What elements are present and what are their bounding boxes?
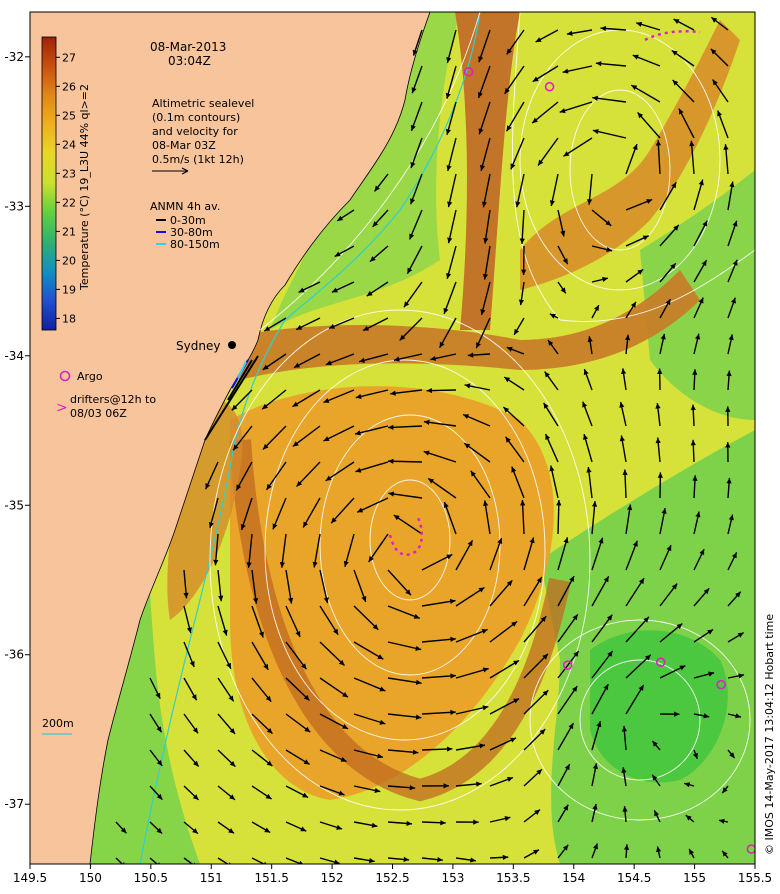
altimetry-line: 08-Mar 03Z xyxy=(152,139,216,152)
x-tick-label: 151.5 xyxy=(254,871,288,885)
colorbar-label: Temperature (°C) 19_L3U 44% ql>=2 xyxy=(78,84,91,291)
x-tick-label: 150.5 xyxy=(134,871,168,885)
colorbar-tick-label: 25 xyxy=(62,109,76,122)
altimetry-line: Altimetric sealevel xyxy=(152,97,254,110)
x-tick-label: 152.5 xyxy=(375,871,409,885)
x-tick-label: 153 xyxy=(441,871,464,885)
colorbar-tick-label: 23 xyxy=(62,167,76,180)
x-tick-label: 154 xyxy=(562,871,585,885)
drifter-label: drifters@12h to xyxy=(70,393,156,406)
y-tick-label: -35 xyxy=(4,498,24,512)
colorbar-tick-label: 21 xyxy=(62,225,76,238)
altimetry-line: and velocity for xyxy=(152,125,238,138)
y-tick-label: -33 xyxy=(4,199,24,213)
x-axis: 149.5 150 150.5 151 151.5 152 152.5 153 153.5 154… xyxy=(13,864,772,885)
colorbar-tick-label: 26 xyxy=(62,80,76,93)
colorbar-tick-label: 20 xyxy=(62,254,76,267)
credit-text: © IMOS 14-May-2017 13:04:12 Hobart time xyxy=(763,614,776,855)
colorbar-tick-label: 18 xyxy=(62,312,76,325)
x-tick-label: 150 xyxy=(79,871,102,885)
x-tick-label: 151 xyxy=(200,871,223,885)
map-time: 03:04Z xyxy=(168,54,211,68)
argo-label: Argo xyxy=(77,370,103,383)
colorbar-tick-label: 24 xyxy=(62,138,76,151)
altimetry-line: (0.1m contours) xyxy=(152,111,240,124)
isobath-label: 200m xyxy=(42,717,74,730)
x-tick-label: 149.5 xyxy=(13,871,47,885)
altimetry-line: 0.5m/s (1kt 12h) xyxy=(152,153,244,166)
sydney-marker xyxy=(228,341,236,349)
map-svg: 149.5 150 150.5 151 151.5 152 152.5 153 153.5 154… xyxy=(0,0,780,890)
y-tick-label: -37 xyxy=(4,797,24,811)
colorbar-tick-label: 19 xyxy=(62,283,76,296)
x-tick-label: 152 xyxy=(321,871,344,885)
drifter-legend-icon: > xyxy=(56,400,68,416)
sydney-label: Sydney xyxy=(176,339,220,353)
colorbar-gradient xyxy=(42,37,56,330)
x-tick-label: 153.5 xyxy=(496,871,530,885)
map-figure: 149.5 150 150.5 151 151.5 152 152.5 153 153.5 154… xyxy=(0,0,780,890)
y-tick-label: -32 xyxy=(4,50,24,64)
x-tick-label: 155.5 xyxy=(738,871,772,885)
anmn-title: ANMN 4h av. xyxy=(150,200,220,213)
map-date: 08-Mar-2013 xyxy=(150,40,226,54)
x-tick-label: 154.5 xyxy=(617,871,651,885)
y-tick-label: -34 xyxy=(4,349,24,363)
drifter-label: 08/03 06Z xyxy=(70,407,127,420)
anmn-label: 80-150m xyxy=(170,238,220,251)
y-tick-label: -36 xyxy=(4,648,24,662)
colorbar-tick-label: 22 xyxy=(62,196,76,209)
map-body xyxy=(30,12,755,868)
y-axis: -32 -33 -34 -35 -36 -37 xyxy=(4,50,30,811)
colorbar-tick-label: 27 xyxy=(62,51,76,64)
x-tick-label: 155 xyxy=(683,871,706,885)
